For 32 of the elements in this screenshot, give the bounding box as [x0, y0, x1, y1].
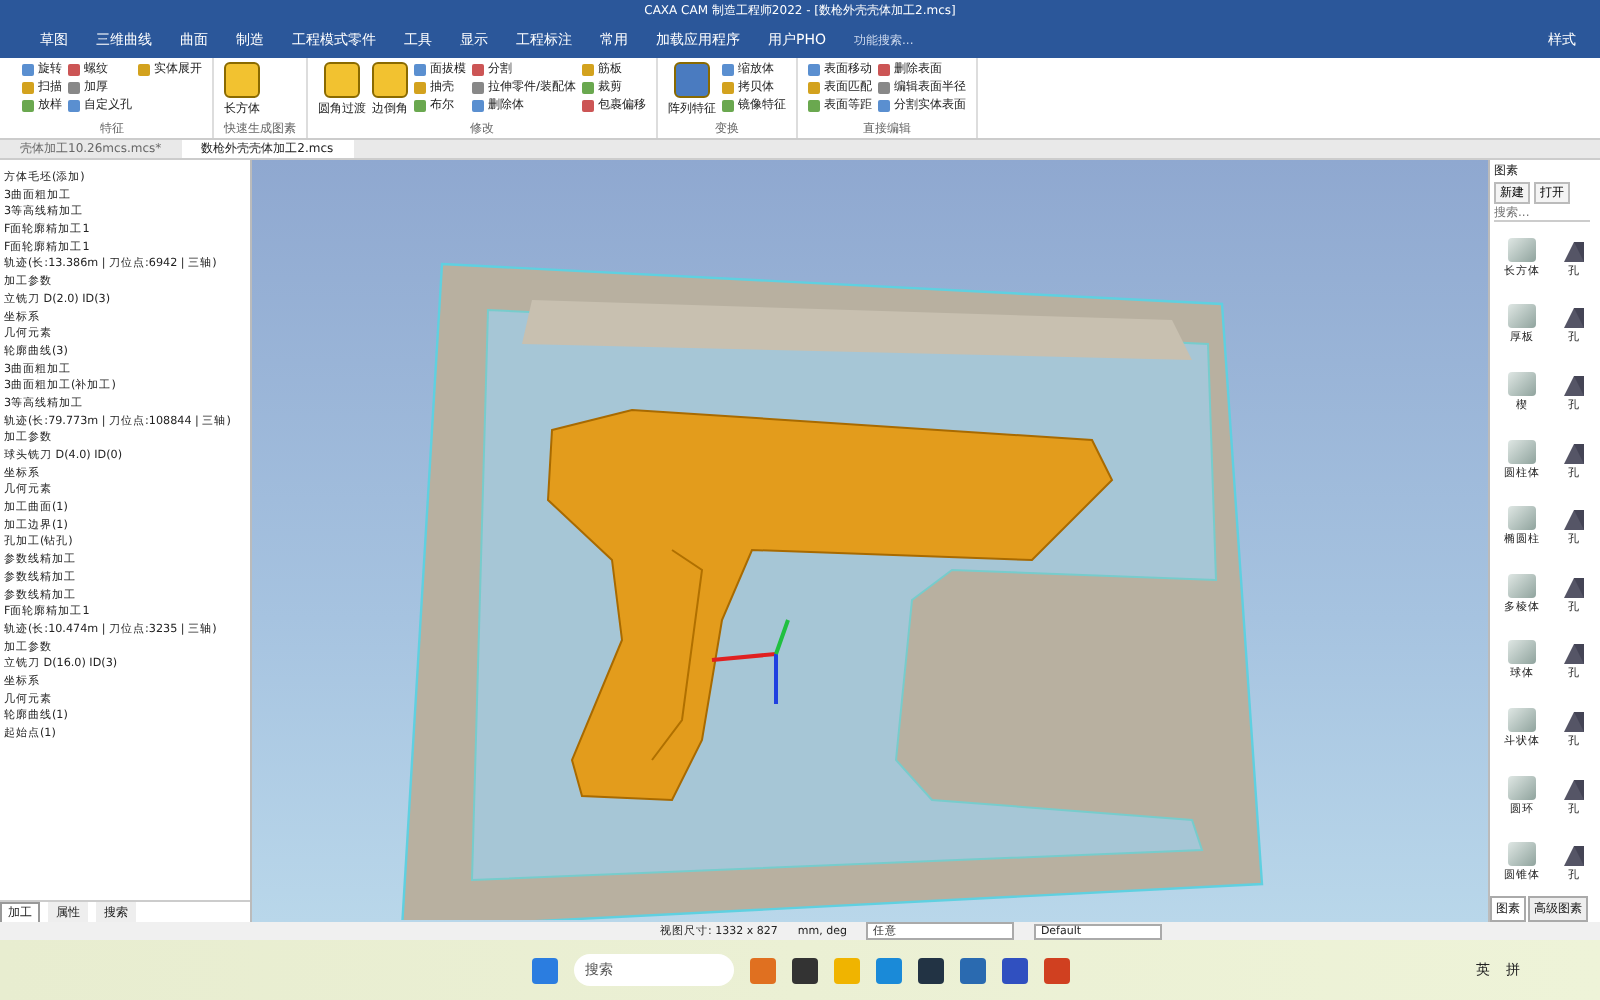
- solid-shape-icon: [1508, 506, 1536, 531]
- solid-shape-icon: [1508, 237, 1536, 262]
- tool-icon: [674, 62, 711, 98]
- triangle-icon: [1564, 846, 1584, 867]
- triangle-icon: [1564, 510, 1584, 531]
- triangle-icon: [1564, 577, 1584, 598]
- start-icon[interactable]: [531, 957, 557, 983]
- triangle-icon: [1564, 375, 1584, 396]
- app-icon[interactable]: [959, 957, 985, 983]
- solid-shape-icon: [1508, 573, 1536, 598]
- tool-icon: [224, 62, 260, 98]
- triangle-icon: [1564, 308, 1584, 329]
- solid-shape-icon: [1508, 439, 1536, 464]
- solid-shape-icon: [1508, 304, 1536, 329]
- app-icon[interactable]: [917, 957, 943, 983]
- solid-shape-icon: [1508, 707, 1536, 732]
- solid-shape-icon: [1508, 842, 1536, 867]
- app-icon[interactable]: [791, 957, 817, 983]
- solid-shape-icon: [1508, 775, 1536, 800]
- tool-icon: [372, 62, 408, 98]
- triangle-icon: [1564, 711, 1584, 732]
- tool-icon: [324, 62, 360, 98]
- triangle-icon: [1564, 644, 1584, 665]
- solid-shape-icon: [1508, 371, 1536, 396]
- tool-icon: [138, 64, 150, 76]
- browser-icon[interactable]: [875, 957, 901, 983]
- triangle-icon: [1564, 779, 1584, 800]
- solid-shape-icon: [1508, 640, 1536, 665]
- triangle-icon: [1564, 241, 1584, 262]
- triangle-icon: [1564, 443, 1584, 464]
- axis-triad-icon: [711, 619, 790, 704]
- app-icon[interactable]: [1001, 957, 1027, 983]
